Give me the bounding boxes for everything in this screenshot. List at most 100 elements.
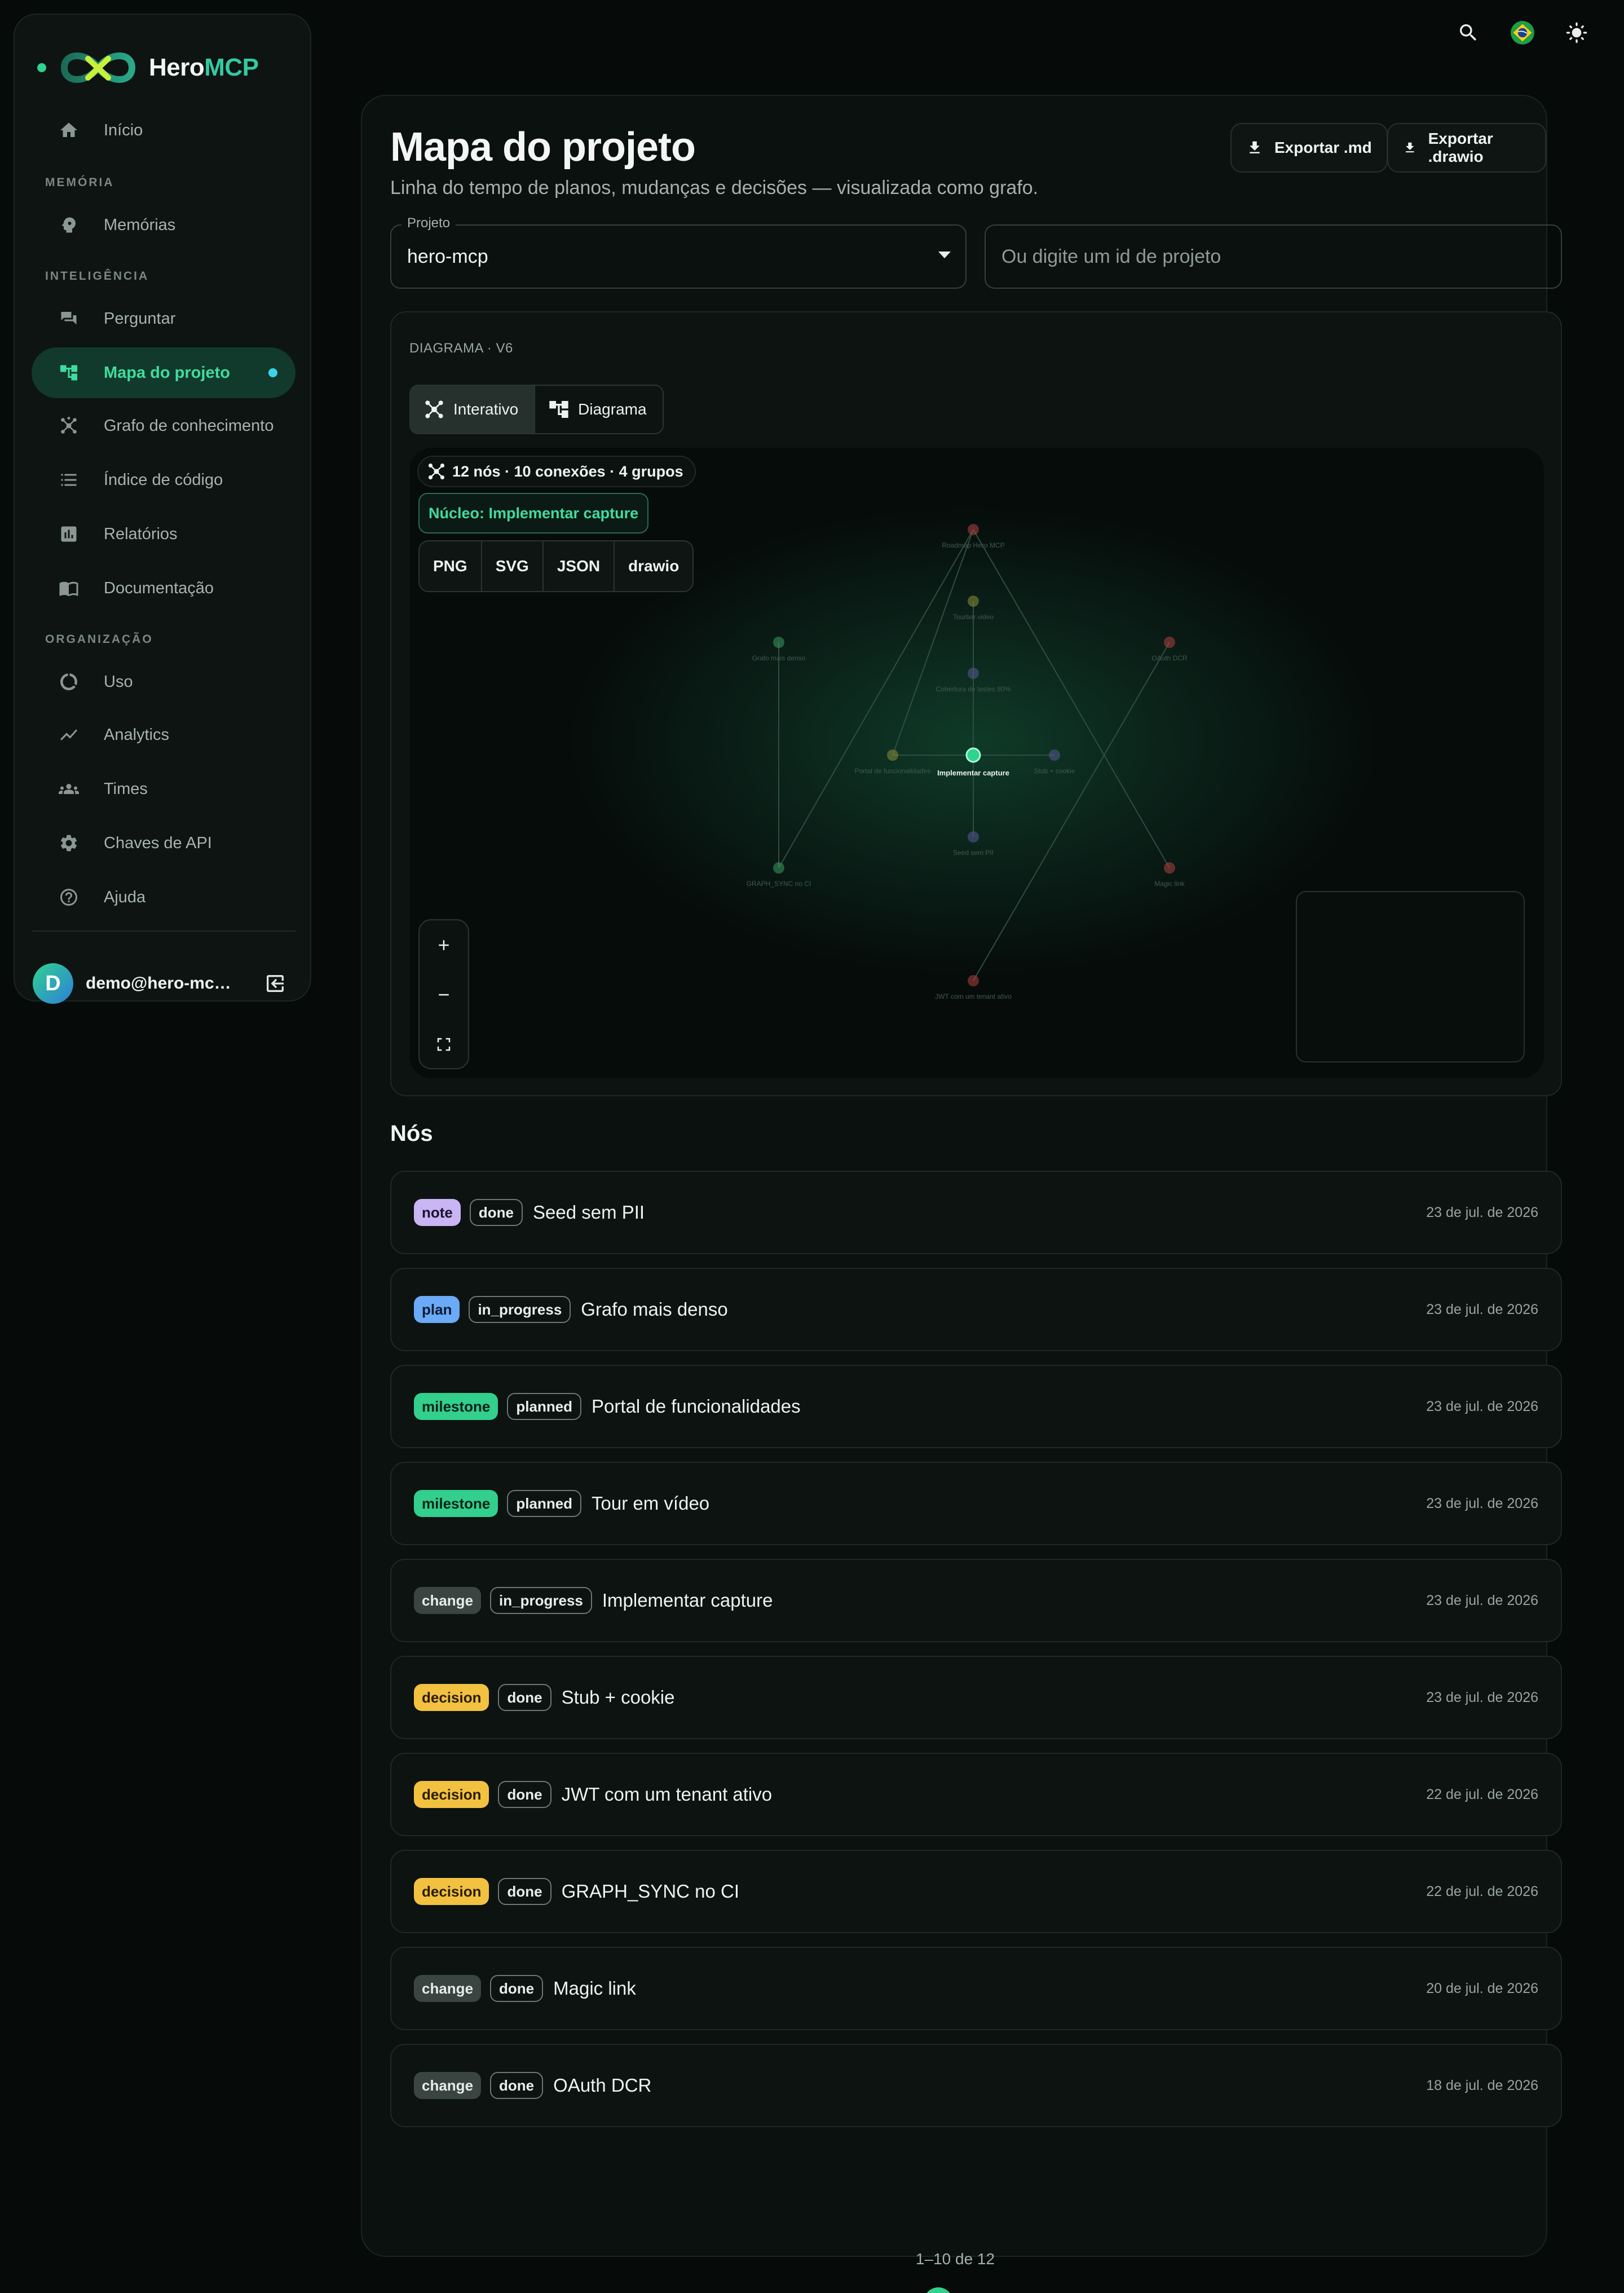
user-menu[interactable]: D demo@hero-mcp.dev — [33, 962, 297, 1005]
sidebar-item-perguntar[interactable]: Perguntar — [32, 293, 295, 344]
table-row[interactable]: change in_progress Implementar capture 23 d… — [390, 1559, 1562, 1642]
export-drawio-button[interactable]: Exportar .drawio — [1387, 123, 1546, 173]
sidebar-item-label: Chaves de API — [104, 834, 212, 852]
sidebar: HeroMCP Início MEMÓRIA Memórias INTELIGÊ… — [14, 14, 311, 1005]
brand[interactable]: HeroMCP — [37, 37, 259, 98]
node-date: 23 de jul. de 2026 — [1426, 1204, 1538, 1220]
export-drawio-format-button[interactable]: drawio — [614, 541, 692, 591]
export-png-button[interactable]: PNG — [420, 541, 481, 591]
diagram-version-label: DIAGRAMA · V6 — [409, 341, 513, 356]
sidebar-item-ajuda[interactable]: Ajuda — [32, 872, 295, 923]
page-button-2[interactable]: 2 — [957, 2287, 987, 2293]
node-date: 23 de jul. de 2026 — [1426, 1398, 1538, 1414]
row-content: note done Seed sem PII — [414, 1172, 645, 1253]
project-id-input[interactable] — [986, 226, 1561, 288]
search-icon[interactable] — [1455, 19, 1482, 46]
graph-node[interactable] — [968, 524, 979, 535]
next-page-button[interactable] — [991, 2287, 1021, 2293]
project-select-label: Projeto — [401, 215, 456, 231]
table-row[interactable]: decision done JWT com um tenant ativo 22 de… — [390, 1753, 1562, 1836]
table-row[interactable]: change done Magic link 20 de jul. de 2026 — [390, 1947, 1562, 2030]
sidebar-item-memorias[interactable]: Memórias — [32, 200, 295, 250]
graph-node-label: Magic link — [1154, 880, 1185, 888]
graph-node[interactable] — [965, 747, 981, 763]
graph-minimap[interactable] — [1296, 891, 1525, 1062]
avatar[interactable]: D — [33, 963, 73, 1004]
row-content: change done OAuth DCR — [414, 2045, 651, 2126]
graph-node[interactable] — [968, 975, 979, 986]
prev-page-button[interactable] — [890, 2287, 919, 2293]
table-row[interactable]: plan in_progress Grafo mais denso 23 de jul… — [390, 1268, 1562, 1351]
project-id-field[interactable] — [985, 224, 1562, 289]
fit-view-button[interactable] — [420, 1020, 468, 1069]
sidebar-item-times[interactable]: Times — [32, 764, 295, 814]
page-title: Mapa do projeto — [390, 125, 696, 170]
sidebar-item-grafo[interactable]: Grafo de conhecimento — [32, 400, 295, 451]
export-json-button[interactable]: JSON — [542, 541, 614, 591]
zoom-in-button[interactable] — [420, 920, 468, 970]
sidebar-item-chaves-api[interactable]: Chaves de API — [32, 818, 295, 868]
sidebar-item-relatorios[interactable]: Relatórios — [32, 509, 295, 559]
table-row[interactable]: change done OAuth DCR 18 de jul. de 2026 — [390, 2044, 1562, 2127]
view-toggle: Interativo Diagrama — [409, 385, 664, 434]
row-content: change in_progress Implementar capture — [414, 1560, 773, 1641]
graph-node[interactable] — [968, 668, 979, 679]
row-content: decision done GRAPH_SYNC no CI — [414, 1851, 739, 1932]
theme-sun-icon[interactable] — [1563, 19, 1590, 46]
type-badge: change — [414, 1975, 482, 2002]
brazil-flag-icon[interactable] — [1509, 19, 1536, 46]
status-dot — [37, 63, 46, 72]
node-title: Portal de funcionalidades — [592, 1396, 801, 1417]
graph-node-label: GRAPH_SYNC no CI — [747, 880, 811, 888]
chevron-down-icon — [938, 252, 951, 258]
zoom-out-button[interactable] — [420, 970, 468, 1020]
sidebar-item-uso[interactable]: Uso — [32, 656, 295, 707]
graph-node[interactable] — [887, 749, 898, 761]
graph-node[interactable] — [1164, 862, 1175, 874]
graph-node[interactable] — [1049, 749, 1060, 761]
graph-edge — [778, 529, 974, 868]
donut-icon — [58, 671, 80, 693]
graph-node[interactable] — [1164, 637, 1175, 648]
sidebar-item-documentacao[interactable]: Documentação — [32, 563, 295, 614]
sidebar-item-inicio[interactable]: Início — [32, 105, 295, 156]
brain-icon — [58, 214, 80, 236]
table-row[interactable]: milestone planned Tour em vídeo 23 de jul. … — [390, 1462, 1562, 1545]
help-icon — [58, 886, 80, 909]
graph-canvas[interactable]: Roadmap Hero MCP Tourbar.video Cobertura d… — [409, 448, 1544, 1078]
type-badge: decision — [414, 1684, 489, 1711]
status-badge: planned — [507, 1393, 582, 1420]
page-button-1[interactable]: 1 — [924, 2287, 953, 2293]
project-select[interactable]: Projeto hero-mcp — [390, 215, 967, 289]
core-node-chip[interactable]: Núcleo: Implementar capture — [418, 493, 649, 533]
diagram-card: DIAGRAMA · V6 Interativo Diagrama Roadma… — [390, 311, 1562, 1096]
graph-node-label: Tourbar.video — [953, 613, 994, 621]
status-badge: done — [490, 2072, 544, 2099]
project-select-value: hero-mcp — [407, 246, 488, 267]
sidebar-item-label: Documentação — [104, 579, 214, 597]
tab-diagrama[interactable]: Diagrama — [534, 386, 662, 433]
graph-node[interactable] — [773, 862, 784, 874]
graph-node[interactable] — [773, 637, 784, 648]
logout-icon[interactable] — [264, 972, 286, 995]
table-row[interactable]: note done Seed sem PII 23 de jul. de 2026 — [390, 1171, 1562, 1254]
node-title: Grafo mais denso — [581, 1299, 728, 1320]
node-date: 23 de jul. de 2026 — [1426, 1495, 1538, 1511]
graph-node[interactable] — [968, 831, 979, 843]
graph-node[interactable] — [968, 596, 979, 607]
node-date: 20 de jul. de 2026 — [1426, 1980, 1538, 1996]
sidebar-item-mapa-do-projeto[interactable]: Mapa do projeto — [32, 347, 295, 398]
export-svg-button[interactable]: SVG — [480, 541, 542, 591]
type-badge: decision — [414, 1878, 489, 1905]
map-tree-icon — [58, 361, 80, 384]
sidebar-item-analytics[interactable]: Analytics — [32, 709, 295, 760]
table-row[interactable]: milestone planned Portal de funcionalidade… — [390, 1365, 1562, 1448]
graph-icon — [428, 463, 445, 480]
row-content: change done Magic link — [414, 1948, 636, 2029]
export-md-button[interactable]: Exportar .md — [1230, 123, 1388, 173]
node-title: JWT com um tenant ativo — [561, 1784, 773, 1805]
sidebar-item-indice-codigo[interactable]: Índice de código — [32, 455, 295, 505]
table-row[interactable]: decision done Stub + cookie 23 de jul. de 2… — [390, 1656, 1562, 1739]
tab-interativo[interactable]: Interativo — [411, 386, 535, 433]
table-row[interactable]: decision done GRAPH_SYNC no CI 22 de jul. d… — [390, 1850, 1562, 1933]
